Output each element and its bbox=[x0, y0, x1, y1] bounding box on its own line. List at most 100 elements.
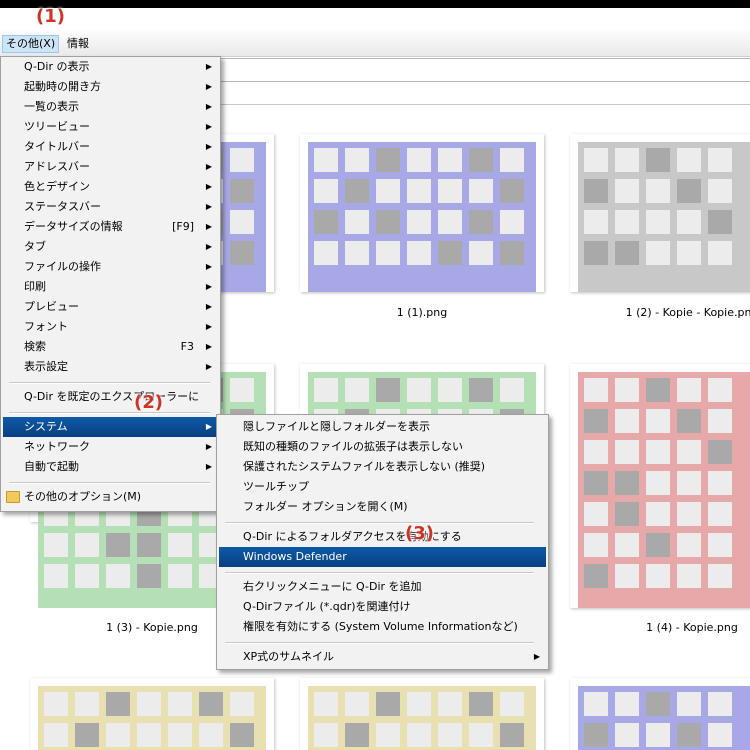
menu-other[interactable]: その他(X) bbox=[2, 35, 60, 53]
menu-item-shortcut: [F9] bbox=[172, 220, 194, 233]
submenu-arrow-icon: ▶ bbox=[205, 122, 212, 131]
menu-item-label: ツリービュー bbox=[24, 120, 90, 133]
menu-item-label: プレビュー bbox=[24, 300, 79, 313]
submenu-arrow-icon: ▶ bbox=[205, 142, 212, 151]
thumbnail[interactable] bbox=[570, 134, 750, 292]
menu-item-label: ネットワーク bbox=[24, 440, 90, 453]
menu-item-label: データサイズの情報 bbox=[24, 220, 123, 233]
submenu-arrow-icon: ▶ bbox=[205, 62, 212, 71]
thumbnail[interactable] bbox=[570, 364, 750, 608]
thumbnail-caption: 1 (1).png bbox=[396, 306, 448, 319]
thumbnail[interactable] bbox=[300, 134, 544, 292]
submenu-arrow-icon: ▶ bbox=[205, 282, 212, 291]
menu-item-label: 検索 bbox=[24, 340, 46, 353]
menu-item-label: 自動で起動 bbox=[24, 460, 79, 473]
submenu-item-windows-defender[interactable]: Windows Defender bbox=[219, 547, 546, 567]
menu-item-label: Q-Dir を既定のエクスプローラーに bbox=[24, 390, 200, 403]
menu-item-label: 表示設定 bbox=[24, 360, 68, 373]
system-submenu: 隠しファイルと隠しフォルダーを表示 既知の種類のファイルの拡張子は表示しない 保… bbox=[216, 414, 549, 670]
menu-item-label: ファイルの操作 bbox=[24, 260, 101, 273]
menu-item-label: 印刷 bbox=[24, 280, 46, 293]
menu-item-label: その他のオプション(M) bbox=[24, 490, 142, 503]
menu-item-label: システム bbox=[24, 420, 68, 433]
thumbnail-caption: 1 (2) - Kopie - Kopie.png bbox=[625, 306, 750, 319]
submenu-arrow-icon: ▶ bbox=[205, 442, 212, 451]
menu-info[interactable]: 情報 bbox=[64, 36, 92, 52]
submenu-arrow-icon: ▶ bbox=[205, 362, 212, 371]
menu-item-label: フォント bbox=[24, 320, 68, 333]
submenu-item-hide-extensions[interactable]: 既知の種類のファイルの拡張子は表示しない bbox=[219, 437, 546, 457]
menu-separator bbox=[225, 642, 534, 644]
submenu-item-show-hidden[interactable]: 隠しファイルと隠しフォルダーを表示 bbox=[219, 417, 546, 437]
submenu-item-permissions[interactable]: 権限を有効にする (System Volume Informationなど) bbox=[219, 617, 546, 637]
menu-item-network[interactable]: ネットワーク ▶ bbox=[3, 437, 218, 457]
menu-item-tree-view[interactable]: ツリービュー ▶ bbox=[3, 117, 218, 137]
menu-separator bbox=[9, 412, 210, 414]
menu-item-label: 権限を有効にする (System Volume Informationなど) bbox=[243, 620, 518, 633]
menu-item-autostart[interactable]: 自動で起動 ▶ bbox=[3, 457, 218, 477]
menu-item-label: Windows Defender bbox=[243, 550, 347, 563]
address-bar[interactable] bbox=[216, 58, 750, 82]
submenu-item-hide-protected[interactable]: 保護されたシステムファイルを表示しない (推奨) bbox=[219, 457, 546, 477]
menu-item-system[interactable]: システム ▶ bbox=[3, 417, 218, 437]
menu-item-search[interactable]: 検索 F3 ▶ bbox=[3, 337, 218, 357]
menu-item-title-bar[interactable]: タイトルバー ▶ bbox=[3, 137, 218, 157]
menu-item-label: 起動時の開き方 bbox=[24, 80, 101, 93]
menu-item-qdir-view[interactable]: Q-Dir の表示 ▶ bbox=[3, 57, 218, 77]
submenu-item-context-menu[interactable]: 右クリックメニューに Q-Dir を追加 bbox=[219, 577, 546, 597]
submenu-arrow-icon: ▶ bbox=[205, 242, 212, 251]
submenu-item-tooltips[interactable]: ツールチップ bbox=[219, 477, 546, 497]
submenu-arrow-icon: ▶ bbox=[205, 422, 212, 431]
submenu-arrow-icon: ▶ bbox=[205, 202, 212, 211]
thumbnail-caption: 1 (4) - Kopie.png bbox=[646, 621, 738, 634]
menu-item-status-bar[interactable]: ステータスバー ▶ bbox=[3, 197, 218, 217]
thumbnail[interactable] bbox=[300, 678, 544, 750]
menu-item-label: ステータスバー bbox=[24, 200, 101, 213]
menu-item-label: フォルダー オプションを開く(M) bbox=[243, 500, 408, 513]
menu-item-label: 一覧の表示 bbox=[24, 100, 79, 113]
menu-item-label: Q-Dirファイル (*.qdr)を関連付け bbox=[243, 600, 411, 613]
submenu-item-folder-access[interactable]: Q-Dir によるフォルダアクセスを有効にする bbox=[219, 527, 546, 547]
menu-item-tabs[interactable]: タブ ▶ bbox=[3, 237, 218, 257]
menu-item-label: 保護されたシステムファイルを表示しない (推奨) bbox=[243, 460, 486, 473]
menu-item-other-options[interactable]: その他のオプション(M) bbox=[3, 487, 218, 507]
menu-separator bbox=[225, 572, 534, 574]
thumbnail[interactable] bbox=[570, 678, 750, 750]
menu-item-startup[interactable]: 起動時の開き方 ▶ bbox=[3, 77, 218, 97]
menu-bar: その他(X) 情報 bbox=[0, 30, 750, 57]
annotation-step-3: (3) bbox=[405, 523, 434, 544]
submenu-arrow-icon: ▶ bbox=[205, 182, 212, 191]
menu-item-display-settings[interactable]: 表示設定 ▶ bbox=[3, 357, 218, 377]
menu-item-data-size[interactable]: データサイズの情報 [F9] ▶ bbox=[3, 217, 218, 237]
submenu-arrow-icon: ▶ bbox=[205, 162, 212, 171]
annotation-step-1: (1) bbox=[36, 6, 65, 27]
menu-item-shortcut: F3 bbox=[180, 340, 194, 353]
submenu-arrow-icon: ▶ bbox=[205, 82, 212, 91]
submenu-arrow-icon: ▶ bbox=[205, 222, 212, 231]
menu-item-address-bar[interactable]: アドレスバー ▶ bbox=[3, 157, 218, 177]
menu-item-file-ops[interactable]: ファイルの操作 ▶ bbox=[3, 257, 218, 277]
thumbnail[interactable] bbox=[30, 678, 274, 750]
menu-separator bbox=[9, 482, 210, 484]
submenu-arrow-icon: ▶ bbox=[205, 262, 212, 271]
menu-item-list-view[interactable]: 一覧の表示 ▶ bbox=[3, 97, 218, 117]
menu-item-label: 隠しファイルと隠しフォルダーを表示 bbox=[243, 420, 430, 433]
menu-item-label: 色とデザイン bbox=[24, 180, 90, 193]
submenu-arrow-icon: ▶ bbox=[533, 652, 540, 661]
menu-item-print[interactable]: 印刷 ▶ bbox=[3, 277, 218, 297]
menu-item-label: タブ bbox=[24, 240, 46, 253]
annotation-step-2: (2) bbox=[134, 392, 163, 413]
menu-item-default-explorer[interactable]: Q-Dir を既定のエクスプローラーに bbox=[3, 387, 218, 407]
menu-item-label: Q-Dir の表示 bbox=[24, 60, 90, 73]
submenu-arrow-icon: ▶ bbox=[205, 302, 212, 311]
submenu-arrow-icon: ▶ bbox=[205, 102, 212, 111]
menu-item-color-design[interactable]: 色とデザイン ▶ bbox=[3, 177, 218, 197]
submenu-item-xp-thumbnails[interactable]: XP式のサムネイル ▶ bbox=[219, 647, 546, 667]
submenu-item-associate-qdr[interactable]: Q-Dirファイル (*.qdr)を関連付け bbox=[219, 597, 546, 617]
submenu-item-folder-options[interactable]: フォルダー オプションを開く(M) bbox=[219, 497, 546, 517]
menu-separator bbox=[9, 382, 210, 384]
folder-icon bbox=[6, 491, 20, 503]
menu-item-font[interactable]: フォント ▶ bbox=[3, 317, 218, 337]
menu-item-label: アドレスバー bbox=[24, 160, 90, 173]
menu-item-preview[interactable]: プレビュー ▶ bbox=[3, 297, 218, 317]
